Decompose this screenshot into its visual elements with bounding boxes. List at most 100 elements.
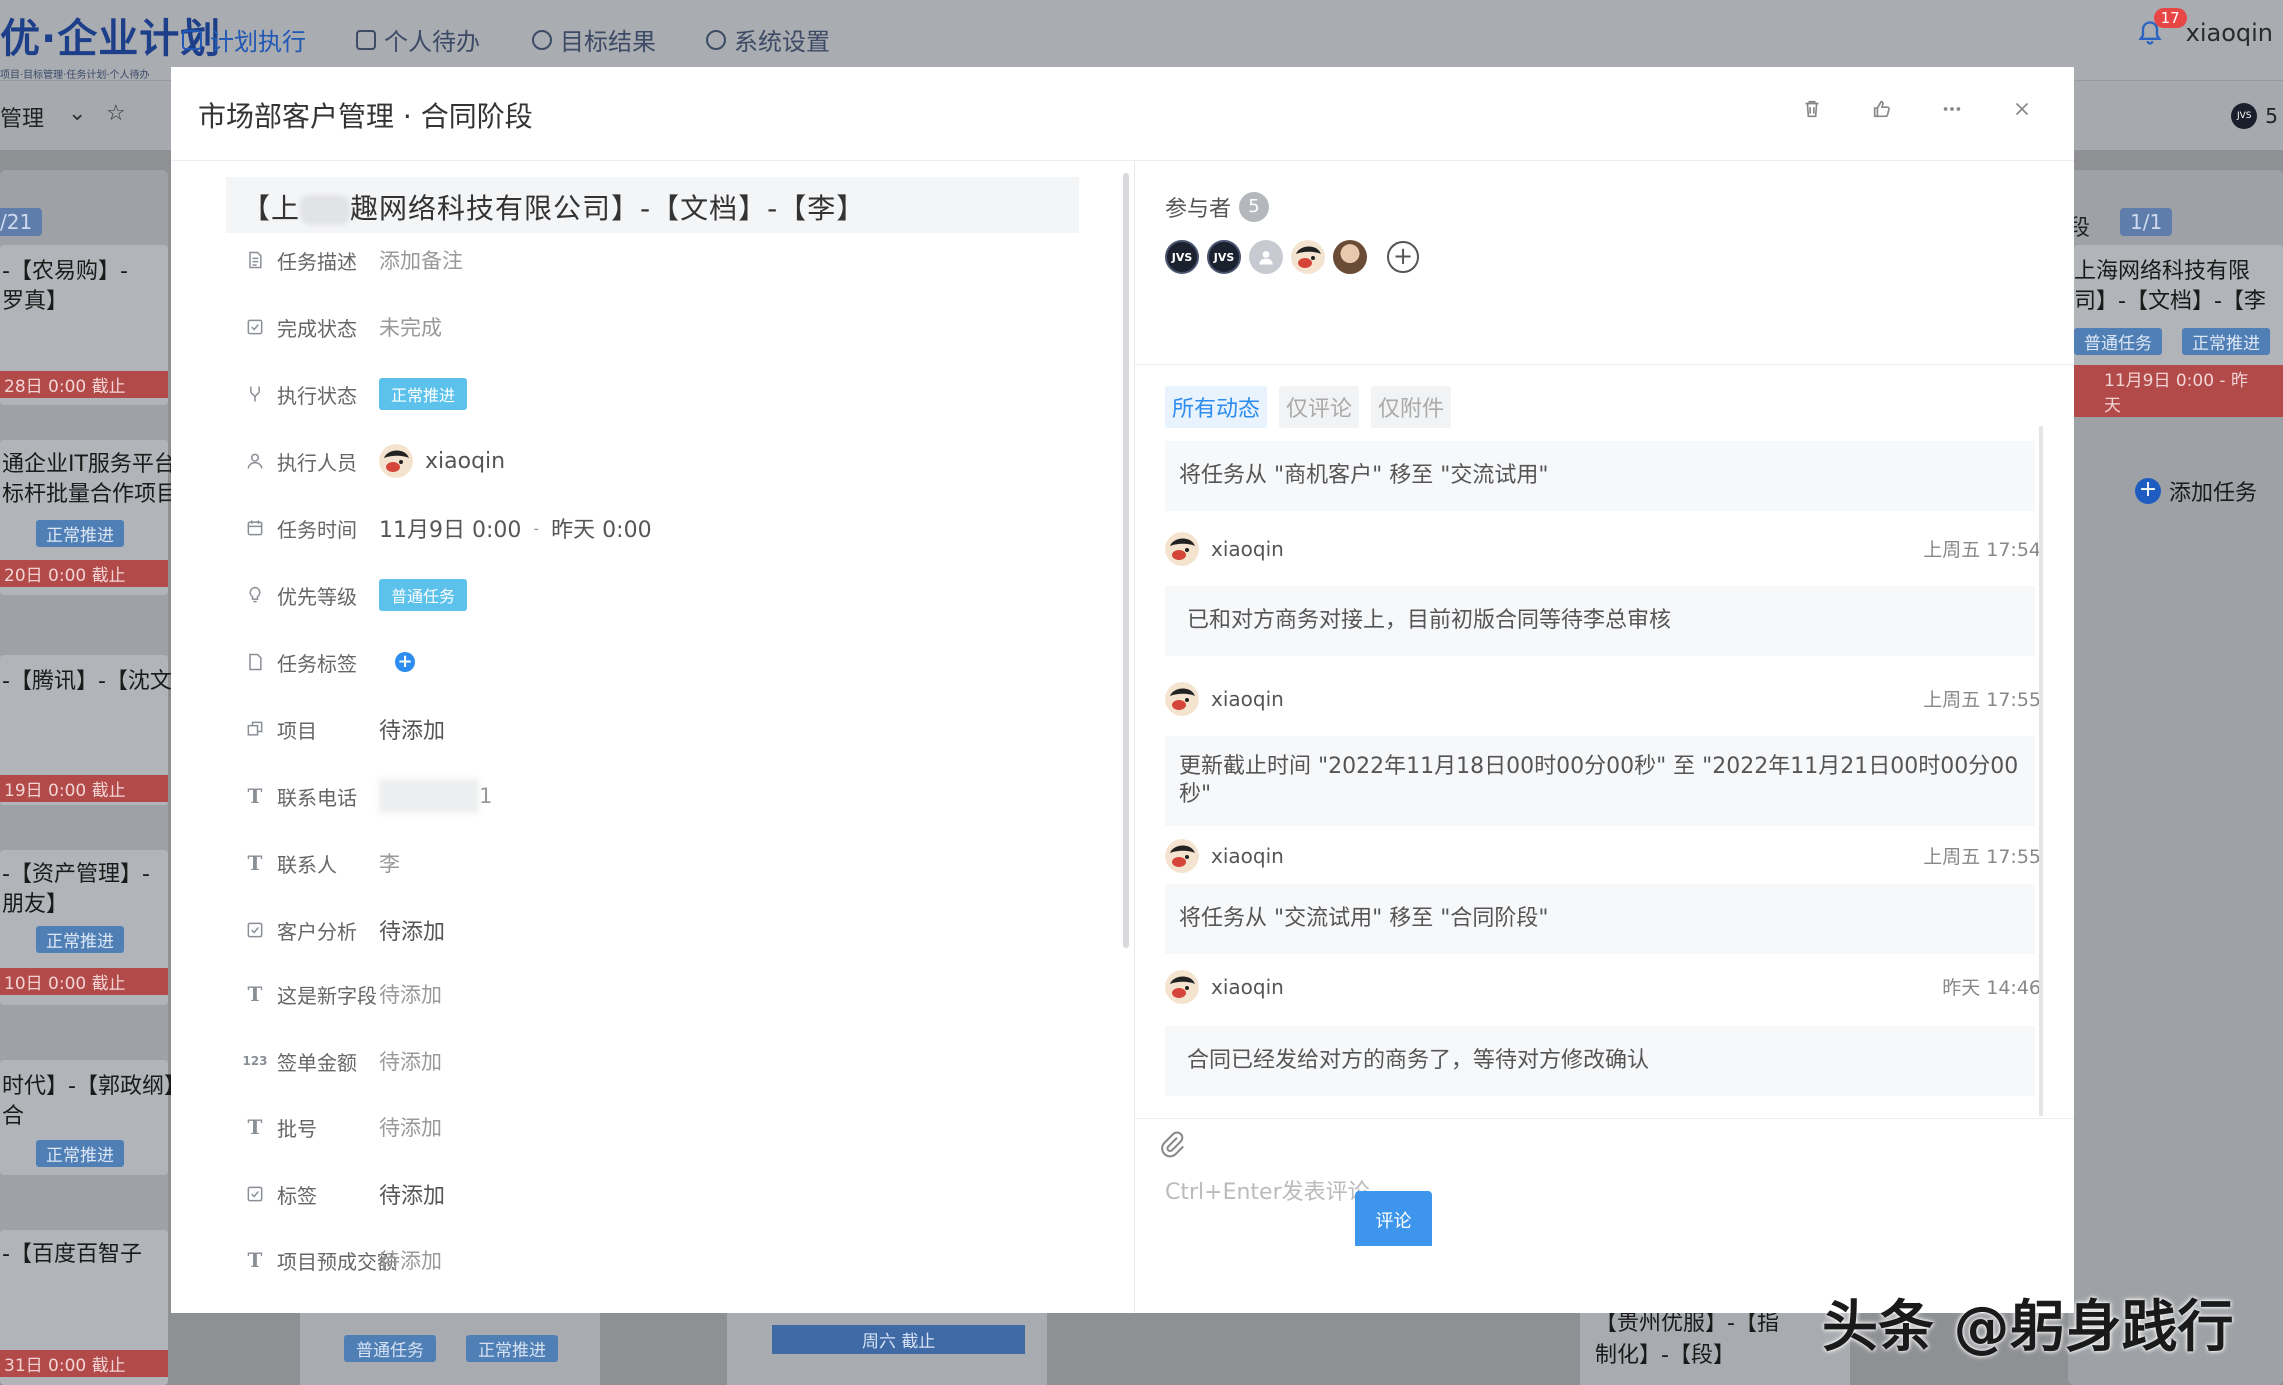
field-value: 待添加 — [379, 1116, 442, 1140]
comment-author: xiaoqin — [1165, 839, 1284, 873]
field-value: 添加备注 — [379, 249, 463, 273]
nav-plan-execution[interactable]: 计划执行 — [182, 22, 306, 57]
nav-settings[interactable]: 系统设置 — [706, 22, 830, 57]
user-icon — [243, 449, 267, 473]
project-name[interactable]: 管理 — [0, 101, 44, 133]
author-name: xiaoqin — [1211, 687, 1284, 711]
field-priority[interactable]: 优先等级 普通任务 — [243, 575, 1103, 615]
cartoon-avatar-icon[interactable] — [1291, 240, 1325, 274]
card-title: -【腾讯】-【沈文 — [2, 669, 172, 694]
activity-time: 上周五 17:55 — [1923, 846, 2041, 868]
task-fields-pane: 【上 趣网络科技有限公司】-【文档】-【李】 任务描述 添加备注 完成状态 未完成… — [171, 161, 1135, 1313]
avatar-jvs[interactable]: JVS — [1207, 240, 1241, 274]
add-task-button[interactable]: + 添加任务 — [2135, 475, 2257, 507]
notification-bell[interactable]: 17 — [2136, 8, 2187, 48]
thumbs-up-icon[interactable] — [1870, 97, 1894, 121]
comment-input[interactable]: Ctrl+Enter发表评论 — [1165, 1174, 1370, 1206]
checkbox-icon — [243, 1182, 267, 1206]
start-time[interactable]: 11月9日 0:00 — [379, 512, 521, 544]
priority-pill[interactable]: 普通任务 — [379, 579, 468, 611]
add-participant-icon[interactable]: + — [1387, 241, 1419, 273]
field-new-field[interactable]: T 这是新字段 待添加 — [243, 974, 1103, 1014]
close-icon[interactable] — [2010, 97, 2034, 121]
author-name: xiaoqin — [1211, 844, 1284, 868]
field-value: 待添加 — [379, 1249, 442, 1273]
task-title[interactable]: 【上 趣网络科技有限公司】-【文档】-【李】 — [226, 177, 1079, 233]
field-assignee[interactable]: 执行人员 xiaoqin — [243, 441, 1103, 481]
feed-scrollbar[interactable] — [2039, 426, 2043, 1116]
field-value: 11月9日 0:00 - 昨天 0:00 — [379, 512, 652, 544]
members-summary[interactable]: JVS 5 — [2231, 103, 2278, 129]
task-title-suffix: 趣网络科技有限公司】-【文档】-【李】 — [350, 192, 866, 225]
field-batch-number[interactable]: T 批号 待添加 — [243, 1107, 1103, 1147]
default-user-avatar-icon[interactable] — [1249, 240, 1283, 274]
chevron-down-icon[interactable]: ⌄ — [68, 101, 86, 126]
field-customer-analysis[interactable]: 客户分析 待添加 — [243, 910, 1103, 950]
assignee-name: xiaoqin — [425, 448, 506, 474]
nav-label: 计划执行 — [210, 28, 306, 56]
submit-comment-button[interactable]: 评论 — [1355, 1191, 1432, 1246]
task-card[interactable]: -【资产管理】- 朋友】 正常推进 10日 0:00 截止 — [0, 850, 168, 1005]
activity-item: 更新截止时间 "2022年11月18日00时00分00秒" 至 "2022年11… — [1165, 736, 2035, 826]
field-label: 完成状态 — [277, 316, 357, 341]
cartoon-avatar-icon — [379, 444, 413, 478]
cartoon-avatar-icon — [1165, 839, 1199, 873]
avatar-jvs[interactable]: JVS — [1165, 240, 1199, 274]
modal-title: 市场部客户管理 · 合同阶段 — [198, 100, 533, 133]
field-execution-status[interactable]: 执行状态 正常推进 — [243, 374, 1103, 414]
text-icon: T — [247, 1115, 263, 1139]
field-contract-amount[interactable]: 123 签单金额 待添加 — [242, 1041, 1103, 1081]
end-time[interactable]: 昨天 0:00 — [551, 512, 651, 544]
more-icon[interactable] — [1940, 97, 1964, 121]
card-title: -【百度百智子 — [2, 1242, 142, 1267]
field-contact[interactable]: T 联系人 李 — [243, 843, 1103, 883]
comment-text: 合同已经发给对方的商务了，等待对方修改确认 — [1165, 1026, 2035, 1096]
trash-icon[interactable] — [1800, 97, 1824, 121]
star-icon[interactable]: ☆ — [106, 101, 126, 126]
nav-personal-todo[interactable]: 个人待办 — [356, 22, 480, 57]
task-card[interactable]: -【腾讯】-【沈文 19日 0:00 截止 — [0, 655, 172, 805]
field-label: 这是新字段 — [277, 983, 377, 1008]
task-card[interactable]: 通企业IT服务平台 标杆批量合作项目 正常推进 20日 0:00 截止 — [0, 440, 178, 595]
field-projected-deal[interactable]: T 项目预成交额 待添加 — [243, 1240, 1103, 1280]
task-card[interactable]: -【农易购】- 罗真】 28日 0:00 截止 — [0, 245, 168, 405]
due-label: 31日 0:00 截止 — [0, 1350, 168, 1377]
card-title: 【贵州优服】-【指 制化】-【段】 — [1595, 1311, 1779, 1368]
left-scrollbar[interactable] — [1123, 173, 1129, 948]
field-project[interactable]: 项目 待添加 — [243, 709, 1103, 749]
field-task-tags[interactable]: 任务标签 + — [243, 642, 1103, 682]
comment-author: xiaoqin — [1165, 970, 1284, 1004]
text-icon: T — [247, 851, 263, 875]
field-description[interactable]: 任务描述 添加备注 — [243, 240, 1103, 280]
paperclip-icon[interactable] — [1157, 1129, 1189, 1161]
field-labels[interactable]: 标签 待添加 — [243, 1174, 1103, 1214]
field-value: 普通任务 — [379, 579, 468, 611]
nav-goals[interactable]: 目标结果 — [532, 22, 656, 57]
field-task-time[interactable]: 任务时间 11月9日 0:00 - 昨天 0:00 — [243, 508, 1103, 548]
task-card[interactable]: 上海网络科技有限 司】-【文档】-【李 普通任务 正常推进 11月9日 0:00… — [2074, 245, 2283, 417]
participants-label: 参与者 — [1165, 197, 1232, 222]
status-pill[interactable]: 正常推进 — [379, 378, 468, 410]
card-title: 时代】-【郭政纲】 合 — [2, 1074, 186, 1129]
task-card[interactable]: -【百度百智子 31日 0:00 截止 — [0, 1230, 168, 1385]
username[interactable]: xiaoqin — [2186, 19, 2273, 47]
field-value: 李 — [379, 852, 400, 876]
calendar-icon — [356, 29, 376, 50]
field-phone[interactable]: T 联系电话 1 — [243, 776, 1103, 816]
task-card[interactable]: 时代】-【郭政纲】 合 正常推进 — [0, 1060, 186, 1175]
field-label: 任务描述 — [277, 249, 357, 274]
text-icon: T — [247, 784, 263, 808]
photo-avatar[interactable] — [1333, 240, 1367, 274]
range-separator: - — [533, 518, 540, 538]
filter-comments-only[interactable]: 仅评论 — [1279, 386, 1360, 428]
header-actions — [1800, 97, 2034, 121]
filter-all-activity[interactable]: 所有动态 — [1165, 386, 1268, 428]
column-count-badge: 1/1 — [2120, 208, 2173, 236]
field-completion-status[interactable]: 完成状态 未完成 — [243, 307, 1103, 347]
field-value: 待添加 — [379, 920, 446, 945]
add-tag-icon[interactable]: + — [395, 652, 415, 672]
activity-item: 将任务从 "商机客户" 移至 "交流试用" — [1165, 441, 2035, 511]
participant-avatars: JVS JVS + — [1165, 240, 1419, 274]
divider-line — [1135, 364, 2074, 365]
filter-attachments-only[interactable]: 仅附件 — [1371, 386, 1452, 428]
